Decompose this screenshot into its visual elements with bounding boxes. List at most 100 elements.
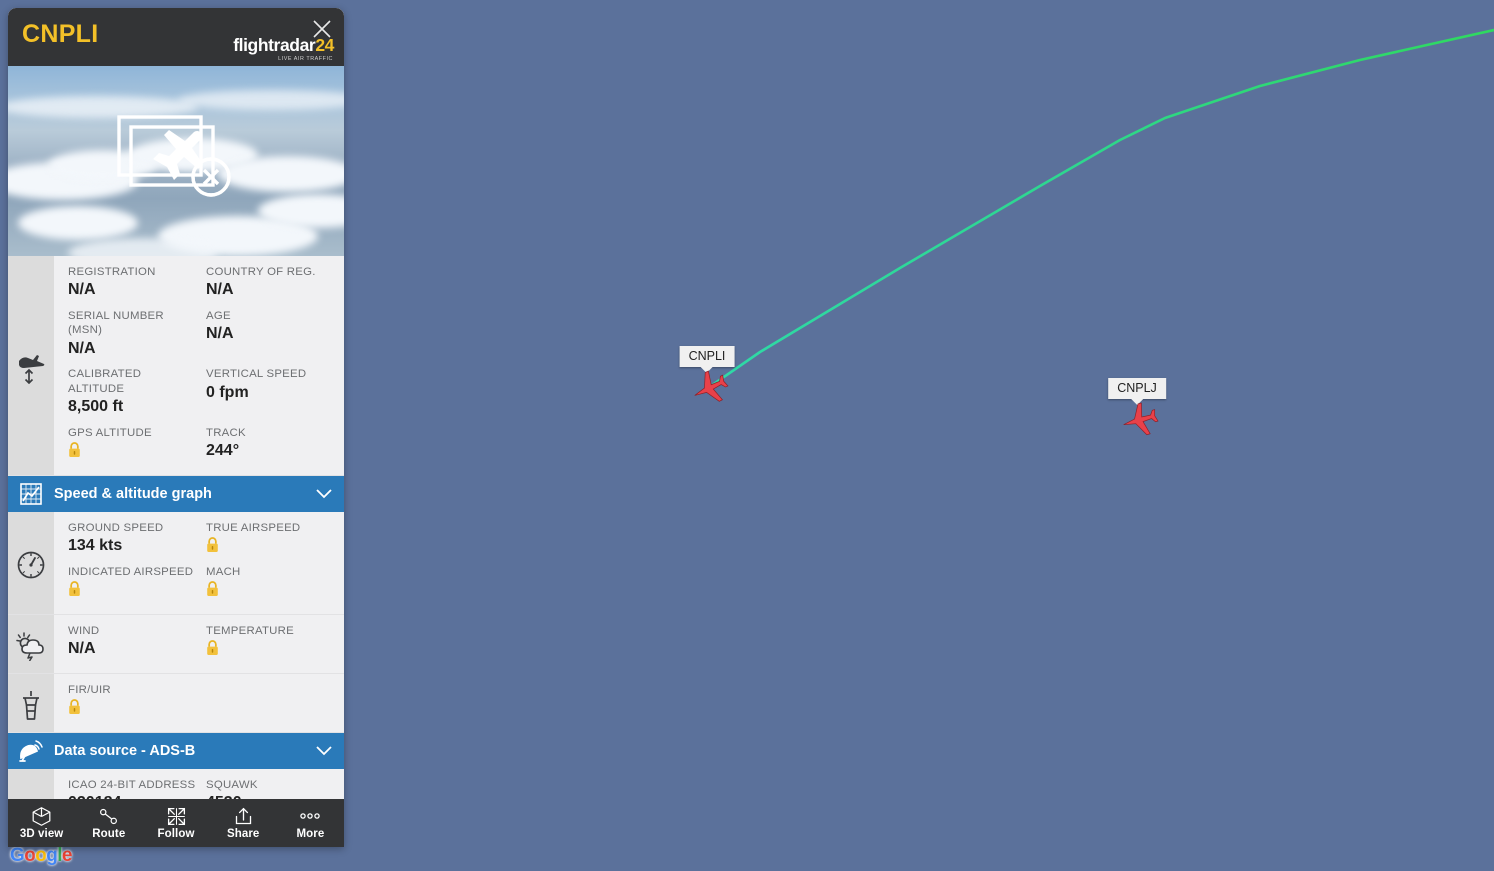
field-key: GROUND SPEED xyxy=(68,521,164,534)
flightradar24-logo: flightradar24 LIVE AIR TRAFFIC xyxy=(233,35,334,62)
field-grid: FIR/UIR xyxy=(54,674,344,732)
speed-altitude-graph-bar[interactable]: Speed & altitude graph xyxy=(8,475,344,512)
aircraft-callsign-label[interactable]: CNPLJ xyxy=(1108,378,1166,405)
data-source-bar[interactable]: Data source - ADS-B xyxy=(8,732,344,769)
data-field: GROUND SPEED 134 kts xyxy=(68,518,206,562)
field-value[interactable] xyxy=(206,580,336,601)
field-value: N/A xyxy=(206,281,234,299)
section-adsb: ICAO 24-BIT ADDRESS020184SQUAWK4530LATIT… xyxy=(8,768,344,799)
data-field: VERTICAL SPEED 0 fpm xyxy=(206,364,344,422)
field-value: 134 kts xyxy=(68,536,123,554)
field-grid: ICAO 24-BIT ADDRESS020184SQUAWK4530LATIT… xyxy=(54,769,344,799)
speed-altitude-graph-label: Speed & altitude graph xyxy=(54,485,212,502)
data-field: CALIBRATED ALTITUDE 8,500 ft xyxy=(68,364,206,422)
field-key: FIR/UIR xyxy=(68,683,111,696)
field-grid: REGISTRATION N/A COUNTRY OF REG. N/A SERIAL … xyxy=(54,256,344,475)
field-value[interactable] xyxy=(68,698,198,719)
button-more[interactable]: More xyxy=(277,799,344,847)
field-grid: GROUND SPEED 134 kts TRUE AIRSPEED INDICATE… xyxy=(54,512,344,614)
field-value: N/A xyxy=(68,339,96,357)
field-value: 244° xyxy=(206,441,240,459)
field-key: VERTICAL SPEED xyxy=(206,368,307,381)
field-value: N/A xyxy=(68,640,96,658)
data-field: COUNTRY OF REG. N/A xyxy=(206,262,344,306)
button-label: 3D view xyxy=(19,828,64,840)
field-value: N/A xyxy=(68,281,96,299)
button-label: Follow xyxy=(157,828,195,840)
control-tower-icon xyxy=(8,673,54,732)
weather-cloud-sun-icon xyxy=(8,614,54,673)
route-icon xyxy=(98,806,119,826)
follow-arrows-icon xyxy=(166,806,187,826)
share-upload-icon xyxy=(233,806,254,826)
data-field: WIND N/A xyxy=(68,621,206,665)
data-field: INDICATED AIRSPEED xyxy=(68,562,206,606)
logo-accent-text: 24 xyxy=(315,35,334,55)
field-key: SERIAL NUMBER (MSN) xyxy=(68,310,164,337)
section-weather: WIND N/A TEMPERATURE xyxy=(8,614,344,674)
field-key: TRUE AIRSPEED xyxy=(206,521,301,534)
data-field: SERIAL NUMBER (MSN) N/A xyxy=(68,306,206,364)
more-dots-icon xyxy=(298,806,322,826)
button-3d-view[interactable]: 3D view xyxy=(8,799,75,847)
field-key: CALIBRATED ALTITUDE xyxy=(68,368,142,395)
data-field: SQUAWK4530 xyxy=(206,775,344,799)
button-label: More xyxy=(296,828,325,840)
cube-icon xyxy=(31,806,52,826)
panel-action-toolbar: 3D view Route Follow Share More xyxy=(8,799,344,847)
field-value[interactable] xyxy=(68,441,198,462)
aircraft-icon[interactable] xyxy=(1120,400,1160,445)
field-key: REGISTRATION xyxy=(68,266,156,278)
data-field: REGISTRATION N/A xyxy=(68,262,206,306)
data-field: GPS ALTITUDE xyxy=(68,423,206,467)
chevron-down-icon[interactable] xyxy=(304,744,344,758)
google-attribution-logo: Google xyxy=(10,845,72,866)
chart-grid-icon xyxy=(8,482,54,506)
button-route[interactable]: Route xyxy=(75,799,142,847)
field-value[interactable] xyxy=(206,639,336,660)
field-key: ICAO 24-BIT ADDRESS xyxy=(68,778,196,791)
field-key: SQUAWK xyxy=(206,778,258,791)
field-value: N/A xyxy=(206,325,234,343)
panel-header: CNPLI flightradar24 LIVE AIR TRAFFIC xyxy=(8,8,344,66)
field-key: WIND xyxy=(68,624,100,637)
aircraft-info-panel: CNPLI flightradar24 LIVE AIR TRAFFIC REG… xyxy=(8,8,344,847)
section-fir: FIR/UIR xyxy=(8,673,344,733)
button-follow[interactable]: Follow xyxy=(142,799,209,847)
field-value[interactable] xyxy=(68,580,198,601)
no-photo-aircraft-icon xyxy=(111,111,241,211)
field-key: TEMPERATURE xyxy=(206,624,294,637)
field-grid: WIND N/A TEMPERATURE xyxy=(54,615,344,673)
field-key: MACH xyxy=(206,565,241,578)
data-field: FIR/UIR xyxy=(68,680,206,724)
section-speed: GROUND SPEED 134 kts TRUE AIRSPEED INDICATE… xyxy=(8,511,344,615)
data-field: MACH xyxy=(206,562,344,606)
flightradar24-app: CNPLI CNPLJ Google CNPLI flightradar24 LI… xyxy=(0,0,1494,871)
field-value: 0 fpm xyxy=(206,383,249,401)
data-field: TEMPERATURE xyxy=(206,621,344,665)
field-key: INDICATED AIRSPEED xyxy=(68,565,194,578)
field-value: 8,500 ft xyxy=(68,397,124,415)
field-key: GPS ALTITUDE xyxy=(68,426,152,439)
data-field: TRUE AIRSPEED xyxy=(206,518,344,562)
field-key: TRACK xyxy=(206,426,246,439)
field-value[interactable] xyxy=(206,536,336,557)
aircraft-callsign-label[interactable]: CNPLI xyxy=(679,346,735,373)
aircraft-icon[interactable] xyxy=(690,368,730,413)
logo-main-text: flightradar xyxy=(233,35,316,55)
button-label: Share xyxy=(226,828,260,840)
aircraft-signal-icon xyxy=(8,768,54,799)
satellite-dish-icon xyxy=(8,738,54,764)
speedometer-icon xyxy=(8,511,54,614)
data-field: TRACK 244° xyxy=(206,423,344,467)
data-source-label: Data source - ADS-B xyxy=(54,742,196,759)
data-field: ICAO 24-BIT ADDRESS020184 xyxy=(68,775,206,799)
field-key: AGE xyxy=(206,310,231,323)
data-field: AGE N/A xyxy=(206,306,344,364)
button-share[interactable]: Share xyxy=(210,799,277,847)
field-key: COUNTRY OF REG. xyxy=(206,266,316,278)
page-title: CNPLI xyxy=(22,20,99,48)
chevron-down-icon[interactable] xyxy=(304,487,344,501)
panel-body[interactable]: REGISTRATION N/A COUNTRY OF REG. N/A SERIAL … xyxy=(8,256,344,799)
logo-tagline: LIVE AIR TRAFFIC xyxy=(278,55,333,62)
